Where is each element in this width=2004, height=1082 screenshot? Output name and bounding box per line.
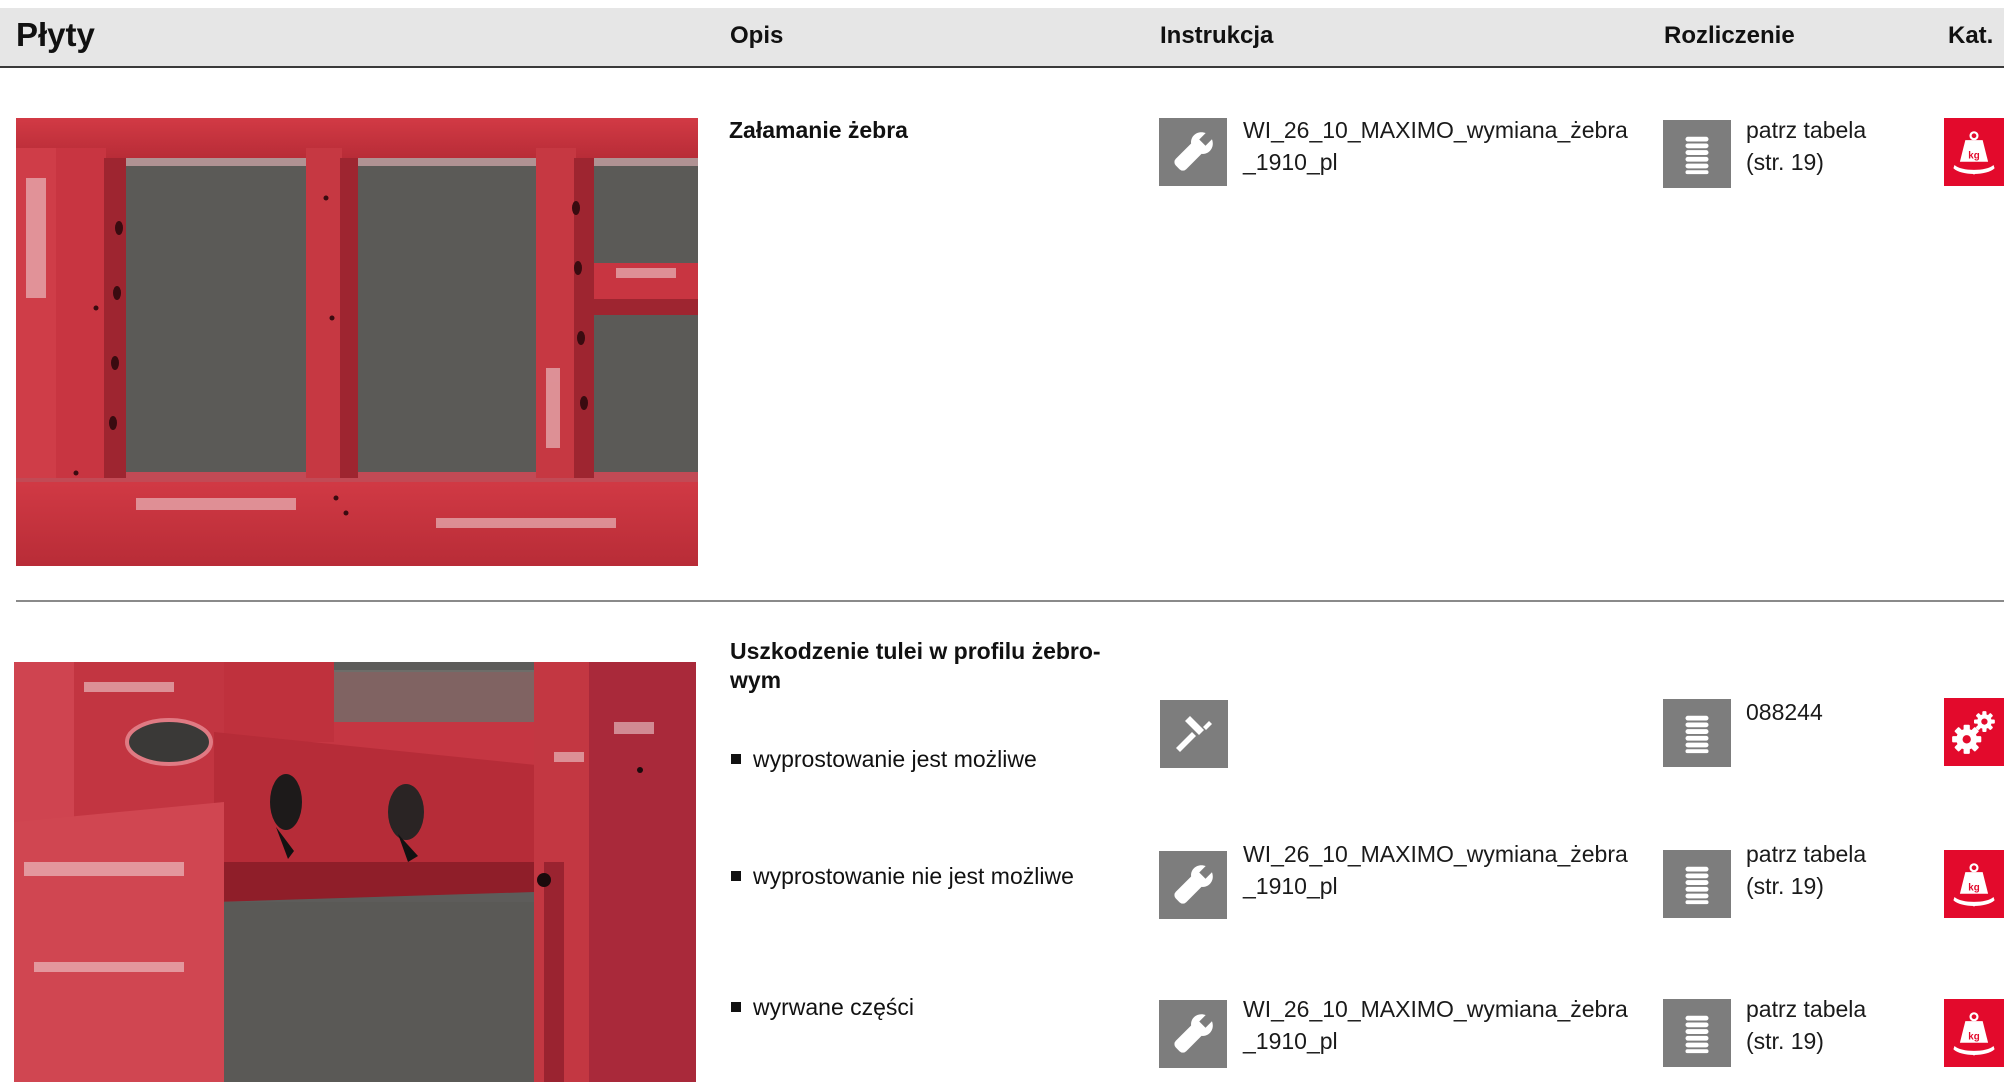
list-item: wyprostowanie jest możliwe [731,746,1037,773]
instruction-link[interactable]: WI_26_10_MAXIMO_wymiana_żebra _1910_pl [1243,114,1628,178]
photo-damaged-sleeve [14,662,696,1082]
column-header-opis: Opis [730,22,784,49]
column-header-kat: Kat. [1948,22,1994,49]
instruction-button[interactable] [1160,700,1228,768]
billing-text: patrz tabela (str. 19) [1746,117,1867,175]
section2-title: Uszkodzenie tulei w profilu żebro- wym [730,638,1101,693]
bullet-square [731,871,741,881]
instruction-link[interactable]: WI_26_10_MAXIMO_wymiana_żebra _1910_pl [1243,993,1628,1057]
page-title: Płyty [16,16,95,53]
instruction-link[interactable]: WI_26_10_MAXIMO_wymiana_żebra _1910_pl [1243,838,1628,902]
billing-text: patrz tabela (str. 19) [1746,841,1867,899]
billing-text: 088244 [1746,699,1823,725]
billing-icon-box [1663,120,1731,188]
instruction-button[interactable] [1159,1000,1227,1068]
bullet-square [731,754,741,764]
category-badge [1944,999,2004,1067]
coin-stack-icon [1674,859,1720,909]
billing-icon-box [1663,699,1731,767]
coin-stack-icon [1674,129,1720,179]
billing-icon-box [1663,999,1731,1067]
weight-kg-icon [1948,1005,2000,1061]
section1-title: Załamanie żebra [729,117,908,143]
column-header-rozliczenie: Rozliczenie [1664,22,1795,49]
weight-kg-icon [1948,856,2000,912]
bullet-square [731,1002,741,1012]
weight-kg-icon [1948,124,2000,180]
coin-stack-icon [1674,708,1720,758]
section-divider [16,600,2004,602]
billing-icon-box [1663,850,1731,918]
instruction-button[interactable] [1159,851,1227,919]
category-badge [1944,118,2004,186]
list-item: wyprostowanie nie jest możliwe [731,863,1074,890]
billing-text: patrz tabela (str. 19) [1746,996,1867,1054]
wrench-icon [1168,127,1218,177]
gears-icon [1949,707,1999,757]
list-item: wyrwane części [731,994,914,1021]
category-badge [1944,850,2004,918]
wrench-icon [1168,860,1218,910]
photo-buckled-rib [16,118,698,566]
hammer-icon [1170,710,1218,758]
wrench-icon [1168,1009,1218,1059]
column-header-instrukcja: Instrukcja [1160,22,1274,49]
category-badge [1944,698,2004,766]
instruction-button[interactable] [1159,118,1227,186]
coin-stack-icon [1674,1008,1720,1058]
